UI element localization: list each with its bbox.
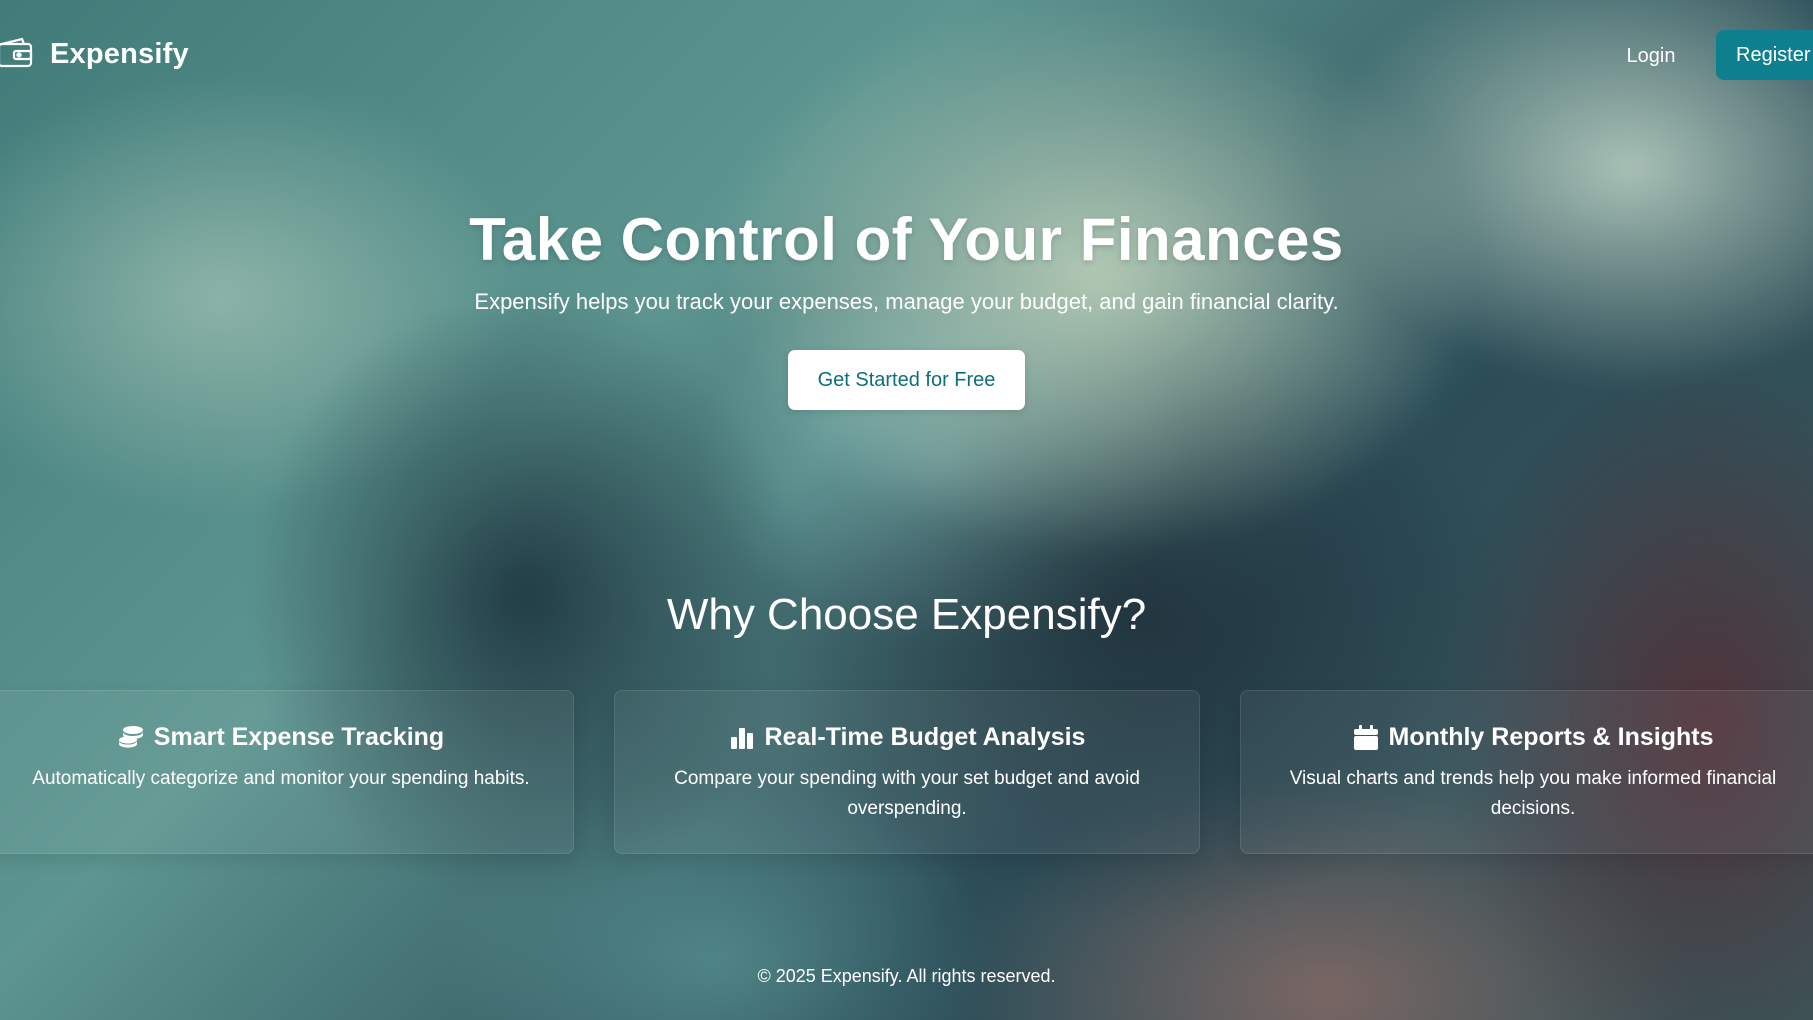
calendar-icon bbox=[1353, 724, 1379, 751]
brand-name: Expensify bbox=[50, 37, 189, 70]
feature-card-expense-tracking: Smart Expense Tracking Automatically cat… bbox=[0, 690, 574, 854]
feature-card-monthly-reports: Monthly Reports & Insights Visual charts… bbox=[1240, 690, 1813, 854]
login-link[interactable]: Login bbox=[1610, 38, 1692, 74]
feature-title: Smart Expense Tracking bbox=[153, 723, 445, 751]
feature-title: Real-Time Budget Analysis bbox=[764, 723, 1086, 751]
feature-title: Monthly Reports & Insights bbox=[1388, 723, 1714, 751]
feature-description: Automatically categorize and monitor you… bbox=[32, 768, 530, 789]
feature-description: Compare your spending with your set budg… bbox=[674, 768, 1140, 819]
brand-logo[interactable]: Expensify bbox=[0, 36, 189, 72]
get-started-button[interactable]: Get Started for Free bbox=[788, 350, 1025, 410]
feature-description: Visual charts and trends help you make i… bbox=[1289, 768, 1777, 819]
navbar: Expensify Login Register bbox=[0, 0, 1813, 112]
hero-subtitle: Expensify helps you track your expenses,… bbox=[474, 289, 1339, 314]
register-button[interactable]: Register bbox=[1716, 30, 1813, 80]
feature-card-budget-analysis: Real-Time Budget Analysis Compare your s… bbox=[614, 690, 1200, 854]
coins-icon bbox=[118, 725, 144, 751]
features-heading: Why Choose Expensify? bbox=[666, 590, 1147, 639]
footer-copyright: © 2025 Expensify. All rights reserved. bbox=[757, 966, 1056, 986]
hero-title: Take Control of Your Finances bbox=[469, 206, 1344, 273]
bar-chart-icon bbox=[729, 725, 755, 751]
wallet-icon bbox=[0, 36, 34, 72]
